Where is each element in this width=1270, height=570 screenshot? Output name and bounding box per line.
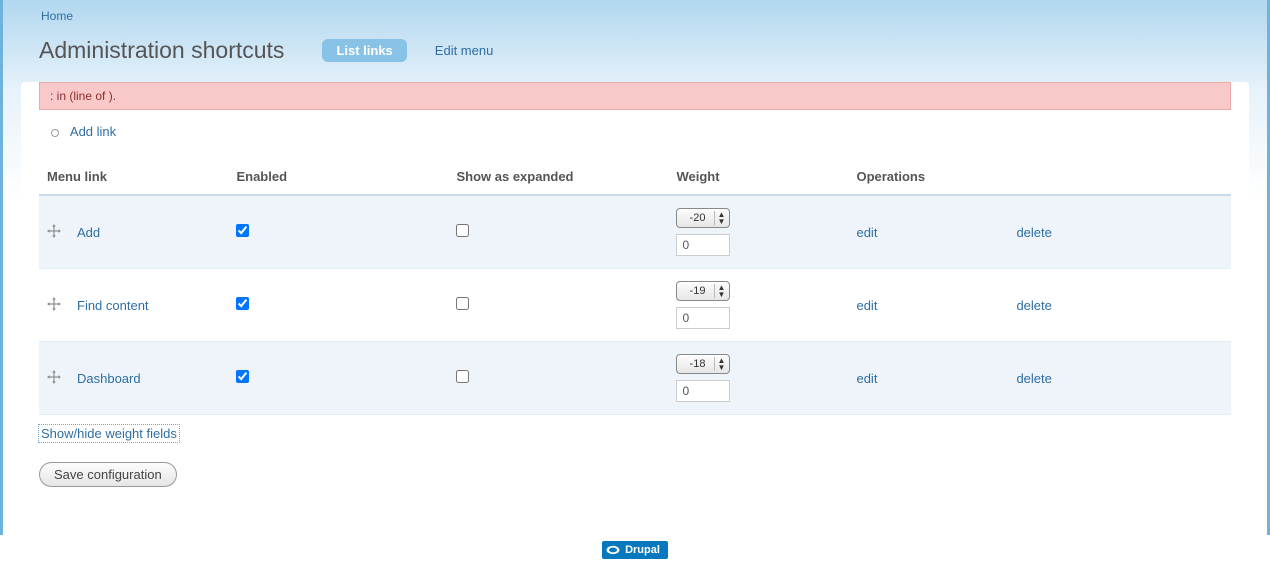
- drupal-badge[interactable]: Drupal: [602, 541, 668, 559]
- th-show-expanded: Show as expanded: [448, 159, 668, 195]
- stepper-arrows-icon[interactable]: ▲▼: [714, 284, 726, 298]
- th-weight: Weight: [668, 159, 848, 195]
- weight-input[interactable]: [676, 380, 730, 402]
- enabled-checkbox[interactable]: [236, 224, 249, 237]
- add-link[interactable]: Add link: [70, 124, 116, 139]
- th-menu-link: Menu link: [39, 159, 228, 195]
- delete-link[interactable]: delete: [1016, 298, 1051, 313]
- table-row: Add -20 ▲▼ edit delete: [39, 195, 1231, 269]
- delete-link[interactable]: delete: [1016, 225, 1051, 240]
- drupal-badge-label: Drupal: [625, 544, 660, 556]
- table-body: Add -20 ▲▼ edit delete: [39, 195, 1231, 415]
- delete-link[interactable]: delete: [1016, 371, 1051, 386]
- menu-link[interactable]: Find content: [77, 298, 149, 313]
- expanded-checkbox[interactable]: [456, 370, 469, 383]
- save-button[interactable]: Save configuration: [39, 462, 177, 487]
- breadcrumb-home-link[interactable]: Home: [41, 9, 73, 23]
- th-operations: Operations: [848, 159, 1231, 195]
- edit-link[interactable]: edit: [856, 225, 877, 240]
- bullet-icon: [51, 129, 59, 137]
- weight-stepper[interactable]: -18 ▲▼: [676, 354, 730, 374]
- drag-handle-icon[interactable]: [47, 372, 61, 387]
- footer: Drupal: [0, 535, 1270, 560]
- content: : in (line of ). Add link Menu link Enab…: [21, 82, 1249, 505]
- page-title: Administration shortcuts: [39, 37, 284, 64]
- page-wrapper: Home Administration shortcuts List links…: [0, 0, 1270, 535]
- drag-handle-icon[interactable]: [47, 226, 61, 241]
- error-message: : in (line of ).: [39, 82, 1231, 110]
- add-link-row: Add link: [39, 120, 1231, 153]
- th-enabled: Enabled: [228, 159, 448, 195]
- links-table: Menu link Enabled Show as expanded Weigh…: [39, 159, 1231, 415]
- table-row: Find content -19 ▲▼ edit delete: [39, 269, 1231, 342]
- menu-link[interactable]: Dashboard: [77, 371, 141, 386]
- weight-input[interactable]: [676, 307, 730, 329]
- stepper-arrows-icon[interactable]: ▲▼: [714, 211, 726, 225]
- expanded-checkbox[interactable]: [456, 224, 469, 237]
- weight-input[interactable]: [676, 234, 730, 256]
- drupal-icon: [606, 543, 620, 557]
- weight-stepper[interactable]: -19 ▲▼: [676, 281, 730, 301]
- menu-link[interactable]: Add: [77, 225, 100, 240]
- edit-link[interactable]: edit: [856, 298, 877, 313]
- expanded-checkbox[interactable]: [456, 297, 469, 310]
- title-row: Administration shortcuts List links Edit…: [3, 31, 1267, 74]
- show-hide-weights[interactable]: Show/hide weight fields: [39, 425, 179, 442]
- table-row: Dashboard -18 ▲▼ edit delete: [39, 342, 1231, 415]
- weight-stepper[interactable]: -20 ▲▼: [676, 208, 730, 228]
- drag-handle-icon[interactable]: [47, 299, 61, 314]
- tab-edit-menu[interactable]: Edit menu: [421, 39, 508, 62]
- tabs: List links Edit menu: [322, 39, 507, 62]
- enabled-checkbox[interactable]: [236, 370, 249, 383]
- stepper-arrows-icon[interactable]: ▲▼: [714, 357, 726, 371]
- tab-list-links[interactable]: List links: [322, 39, 406, 62]
- enabled-checkbox[interactable]: [236, 297, 249, 310]
- breadcrumb: Home: [3, 0, 1267, 31]
- edit-link[interactable]: edit: [856, 371, 877, 386]
